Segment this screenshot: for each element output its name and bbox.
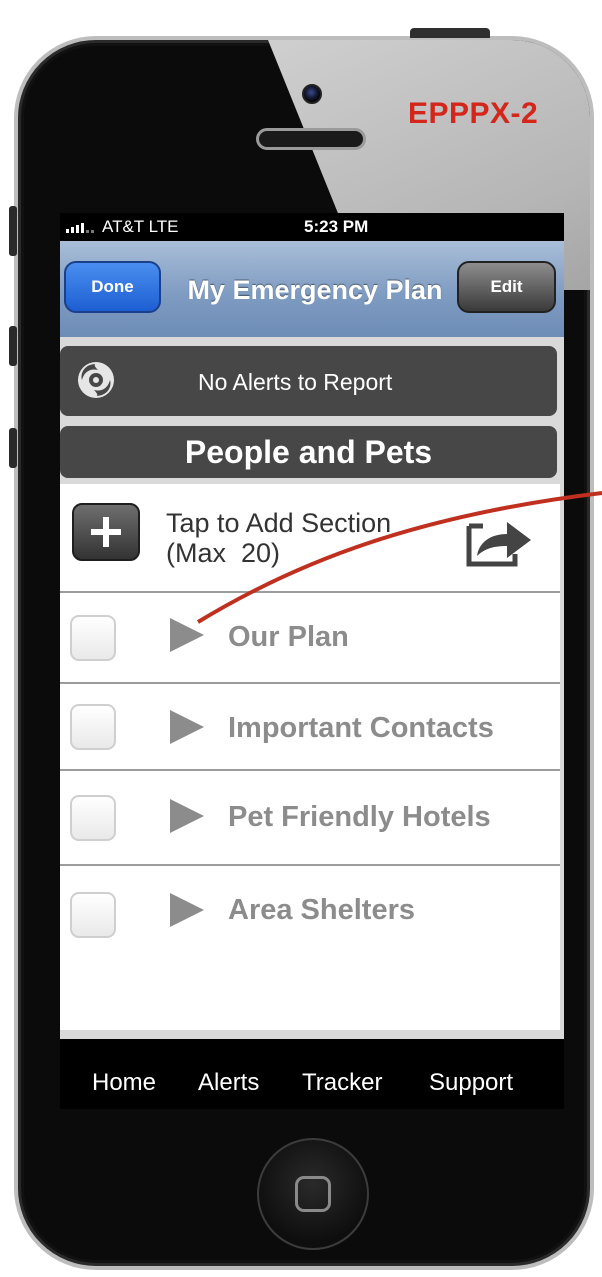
- disclosure-triangle-icon: [170, 618, 204, 652]
- tab-home[interactable]: Home: [92, 1069, 156, 1097]
- hurricane-icon: [78, 362, 114, 398]
- row-checkbox[interactable]: [70, 704, 116, 750]
- edit-button[interactable]: Edit: [457, 261, 556, 313]
- disclosure-triangle-icon: [170, 710, 204, 744]
- volume-up-button: [9, 326, 17, 366]
- document-code: EPPPX-2: [408, 97, 539, 130]
- list-item-label: Important Contacts: [228, 712, 494, 744]
- carrier-label: AT&T LTE: [102, 217, 179, 236]
- disclosure-triangle-icon: [170, 799, 204, 833]
- add-section-limit: (Max 20): [166, 538, 281, 568]
- section-list: Tap to Add Section (Max 20) Our Plan Imp…: [60, 484, 560, 1030]
- list-item[interactable]: Our Plan: [60, 593, 560, 684]
- speaker-grille: [256, 128, 366, 150]
- section-header: People and Pets: [60, 426, 557, 478]
- navigation-bar: Done My Emergency Plan Edit: [60, 241, 564, 337]
- add-section-button[interactable]: [72, 503, 140, 561]
- list-item[interactable]: Important Contacts: [60, 684, 560, 771]
- add-section-label: Tap to Add Section: [166, 508, 392, 538]
- share-arrow-icon[interactable]: [465, 512, 537, 568]
- mockup-canvas: EPPPX-2 AT&T LTE 5:23 PM Done My Emergen…: [0, 0, 602, 1277]
- tab-alerts[interactable]: Alerts: [198, 1069, 259, 1097]
- tab-bar: Home Alerts Tracker Support: [60, 1039, 564, 1109]
- camera-icon: [302, 84, 322, 104]
- row-checkbox[interactable]: [70, 892, 116, 938]
- list-item[interactable]: Area Shelters: [60, 866, 560, 1030]
- page-title: My Emergency Plan: [187, 275, 443, 305]
- add-section-row[interactable]: Tap to Add Section (Max 20): [60, 484, 560, 593]
- done-button[interactable]: Done: [64, 261, 161, 313]
- alert-message: No Alerts to Report: [198, 369, 393, 395]
- signal-bars-icon: [66, 221, 94, 233]
- tab-support[interactable]: Support: [429, 1069, 513, 1097]
- mute-switch: [9, 206, 17, 256]
- row-checkbox[interactable]: [70, 795, 116, 841]
- list-item[interactable]: Pet Friendly Hotels: [60, 771, 560, 866]
- phone-screen: AT&T LTE 5:23 PM Done My Emergency Plan …: [60, 213, 564, 1109]
- list-item-label: Pet Friendly Hotels: [228, 801, 491, 833]
- plus-icon: [91, 517, 121, 547]
- section-title: People and Pets: [184, 434, 433, 470]
- status-time: 5:23 PM: [304, 217, 369, 236]
- power-button: [410, 28, 490, 38]
- alert-banner[interactable]: No Alerts to Report: [60, 346, 557, 416]
- list-item-label: Area Shelters: [228, 894, 415, 926]
- disclosure-triangle-icon: [170, 893, 204, 927]
- tab-tracker[interactable]: Tracker: [302, 1069, 382, 1097]
- status-bar: AT&T LTE 5:23 PM: [60, 213, 564, 241]
- list-item-label: Our Plan: [228, 621, 349, 653]
- volume-down-button: [9, 428, 17, 468]
- add-section-text: Tap to Add Section (Max 20): [166, 508, 456, 568]
- home-button[interactable]: [257, 1138, 369, 1250]
- row-checkbox[interactable]: [70, 615, 116, 661]
- home-square-icon: [295, 1176, 331, 1212]
